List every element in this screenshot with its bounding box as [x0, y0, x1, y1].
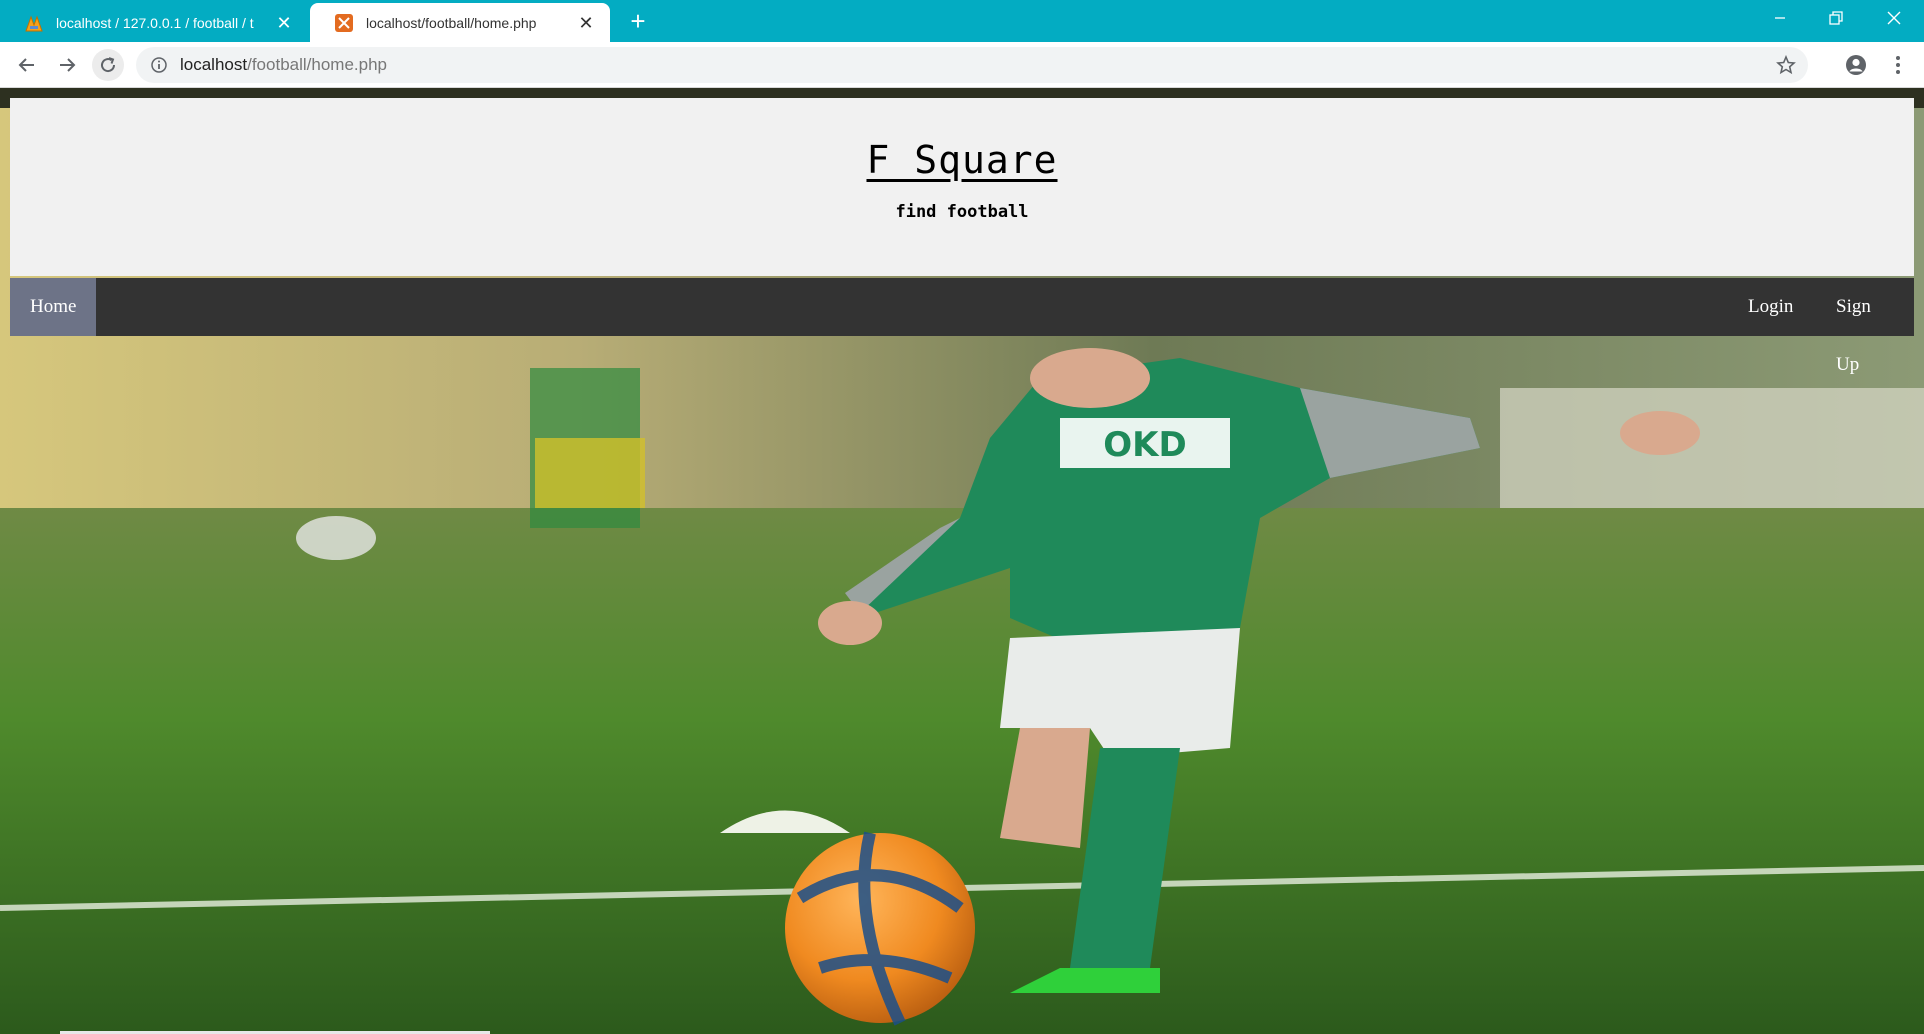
address-url: localhost/football/home.php — [180, 55, 387, 75]
site-header: F Square find football — [10, 98, 1914, 276]
back-arrow-icon[interactable] — [11, 49, 43, 81]
browser-tab-bar: localhost / 127.0.0.1 / football / t ✕ l… — [0, 0, 1924, 42]
browser-menu-icon[interactable] — [1882, 49, 1914, 81]
page-viewport: OKD F Square find football Home Login Si… — [0, 88, 1924, 1034]
url-path: /football/home.php — [247, 55, 387, 74]
browser-tab-phpmyadmin[interactable]: localhost / 127.0.0.1 / football / t ✕ — [0, 3, 308, 42]
site-navbar: Home Login Sign Up — [10, 278, 1914, 375]
site-title: F Square — [866, 138, 1058, 182]
window-minimize-icon[interactable] — [1752, 0, 1808, 36]
jersey-sponsor-text: OKD — [1103, 425, 1186, 465]
tab-title: localhost / 127.0.0.1 / football / t — [56, 14, 254, 31]
nav-home-link[interactable]: Home — [10, 278, 97, 336]
new-tab-plus-icon[interactable]: + — [624, 8, 652, 36]
browser-tab-home[interactable]: localhost/football/home.php ✕ — [310, 3, 610, 42]
window-close-icon[interactable] — [1866, 0, 1922, 36]
nav-signup-link[interactable]: Sign Up — [1816, 278, 1914, 375]
reload-icon[interactable] — [92, 49, 124, 81]
xampp-favicon-icon — [334, 13, 354, 33]
tab-title: localhost/football/home.php — [366, 14, 537, 31]
profile-account-icon[interactable] — [1840, 49, 1872, 81]
phpmyadmin-favicon-icon — [24, 13, 44, 33]
tab-close-icon[interactable]: ✕ — [274, 13, 294, 33]
nav-login-link[interactable]: Login — [1728, 278, 1813, 336]
tab-close-icon[interactable]: ✕ — [576, 13, 596, 33]
forward-arrow-icon[interactable] — [51, 49, 83, 81]
url-host: localhost — [180, 55, 248, 74]
site-tagline: find football — [895, 202, 1029, 222]
site-info-icon[interactable] — [150, 56, 168, 74]
window-restore-icon[interactable] — [1808, 0, 1864, 36]
bookmark-star-icon[interactable] — [1776, 54, 1796, 75]
address-bar[interactable]: localhost/football/home.php — [136, 47, 1808, 83]
browser-toolbar: localhost/football/home.php — [0, 42, 1924, 88]
